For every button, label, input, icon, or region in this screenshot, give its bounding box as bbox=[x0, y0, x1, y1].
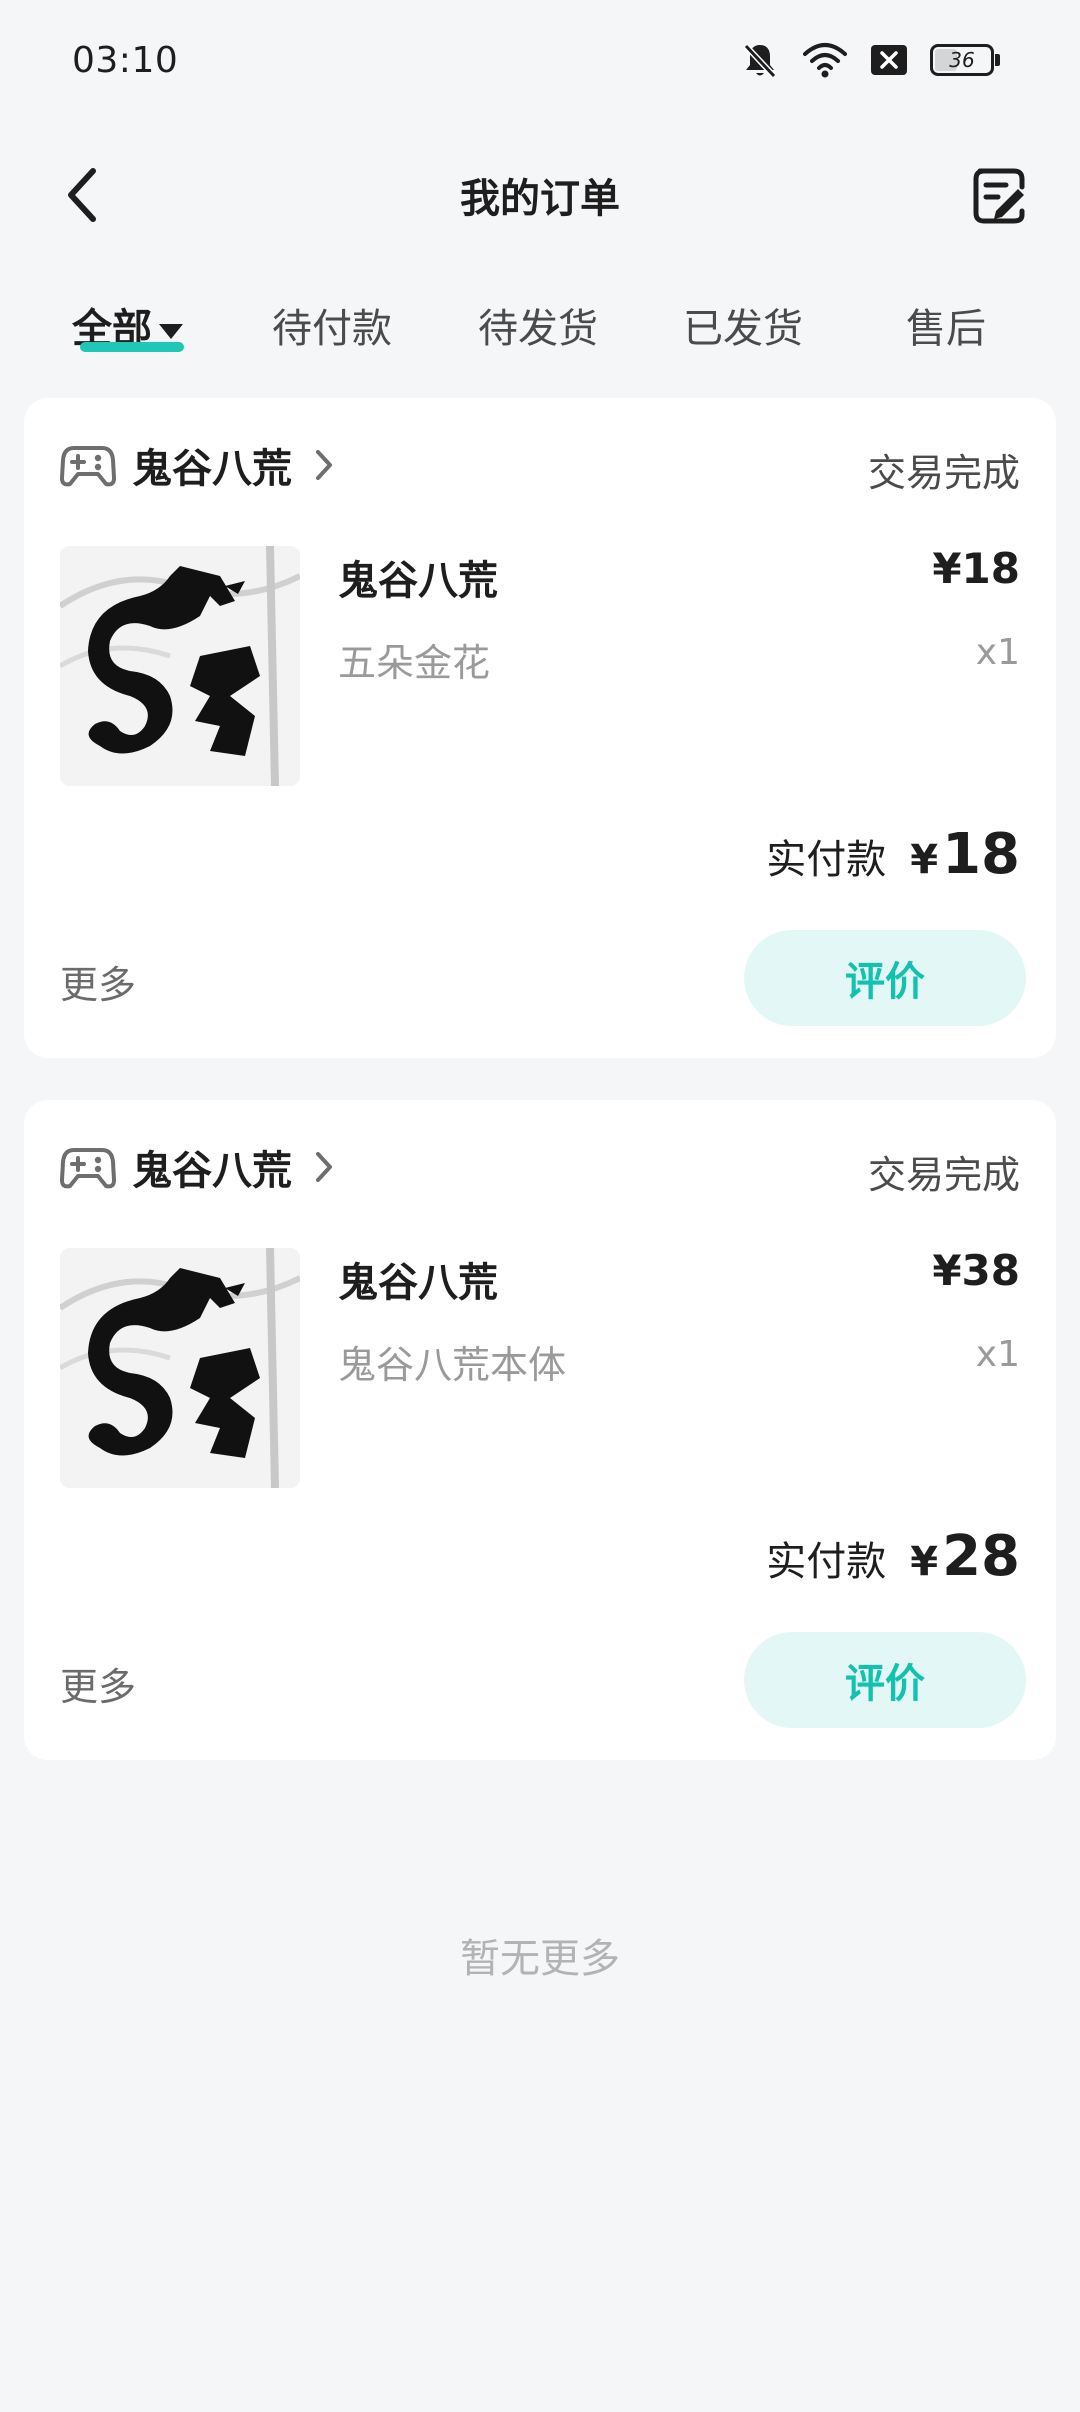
product-price: ¥18 bbox=[932, 544, 1020, 593]
amount-paid-row: 实付款 ¥ 28 bbox=[766, 1524, 1020, 1594]
status-icons: 36 bbox=[740, 38, 1000, 82]
product-quantity: x1 bbox=[975, 632, 1020, 673]
tab-pending-payment[interactable]: 待付款 bbox=[272, 296, 392, 354]
amount-paid-label: 实付款 bbox=[766, 1539, 887, 1585]
product-spec: 五朵金花 bbox=[338, 641, 491, 685]
order-tabs: 全部 待付款 待发货 已发货 售后 bbox=[0, 296, 1080, 366]
gamepad-icon bbox=[60, 1148, 116, 1189]
chevron-right-icon bbox=[316, 1152, 332, 1182]
dragon-artwork-icon bbox=[60, 1248, 300, 1488]
header: 我的订单 bbox=[0, 150, 1080, 240]
gamepad-icon bbox=[60, 446, 116, 487]
status-bar: 03:10 36 bbox=[0, 0, 1080, 126]
orders-screen: 03:10 36 我的订单 全部 待付款 待发货 已发货 售后 鬼谷八荒 交易完… bbox=[0, 0, 1080, 2412]
product-price: ¥38 bbox=[932, 1246, 1020, 1295]
tab-after-sales[interactable]: 售后 bbox=[906, 296, 986, 354]
product-name: 鬼谷八荒 bbox=[338, 1260, 498, 1306]
order-card: 鬼谷八荒 交易完成 鬼谷八荒 五朵金花 ¥18 x1 实付款 ¥ 18 更多 评… bbox=[24, 398, 1056, 1058]
order-card: 鬼谷八荒 交易完成 鬼谷八荒 鬼谷八荒本体 ¥38 x1 实付款 ¥ 28 更多… bbox=[24, 1100, 1056, 1760]
amount-paid-value: 18 bbox=[942, 822, 1020, 887]
amount-paid-label: 实付款 bbox=[766, 837, 887, 883]
order-status: 交易完成 bbox=[867, 451, 1020, 495]
review-button[interactable]: 评价 bbox=[744, 930, 1026, 1026]
shop-link[interactable]: 鬼谷八荒 bbox=[60, 440, 334, 492]
currency-symbol: ¥ bbox=[910, 837, 939, 883]
more-button[interactable]: 更多 bbox=[60, 1656, 136, 1711]
more-button[interactable]: 更多 bbox=[60, 954, 136, 1009]
product-quantity: x1 bbox=[975, 1334, 1020, 1375]
shop-name: 鬼谷八荒 bbox=[132, 446, 292, 492]
product-spec: 鬼谷八荒本体 bbox=[338, 1343, 567, 1387]
shop-name: 鬼谷八荒 bbox=[132, 1148, 292, 1194]
page-title: 我的订单 bbox=[460, 176, 620, 222]
status-time: 03:10 bbox=[72, 40, 179, 81]
order-status: 交易完成 bbox=[867, 1153, 1020, 1197]
chevron-right-icon bbox=[316, 450, 332, 480]
review-button[interactable]: 评价 bbox=[744, 1632, 1026, 1728]
amount-paid-value: 28 bbox=[942, 1524, 1020, 1589]
dragon-artwork-icon bbox=[60, 546, 300, 786]
currency-symbol: ¥ bbox=[910, 1539, 939, 1585]
battery-level: 36 bbox=[949, 48, 975, 72]
no-more-text: 暂无更多 bbox=[460, 1936, 620, 1982]
note-edit-icon bbox=[973, 168, 1025, 224]
bell-muted-icon bbox=[743, 43, 777, 79]
product-name: 鬼谷八荒 bbox=[338, 558, 498, 604]
tab-pending-shipment[interactable]: 待发货 bbox=[478, 296, 598, 354]
close-box-icon bbox=[871, 45, 907, 75]
active-tab-indicator bbox=[80, 342, 184, 352]
battery-icon: 36 bbox=[930, 44, 1000, 76]
tab-shipped[interactable]: 已发货 bbox=[683, 296, 803, 354]
edit-orders-button[interactable] bbox=[966, 162, 1032, 228]
product-thumbnail[interactable] bbox=[60, 1248, 300, 1488]
wifi-icon bbox=[803, 43, 847, 78]
amount-paid-row: 实付款 ¥ 18 bbox=[766, 822, 1020, 892]
product-thumbnail[interactable] bbox=[60, 546, 300, 786]
shop-link[interactable]: 鬼谷八荒 bbox=[60, 1142, 334, 1194]
